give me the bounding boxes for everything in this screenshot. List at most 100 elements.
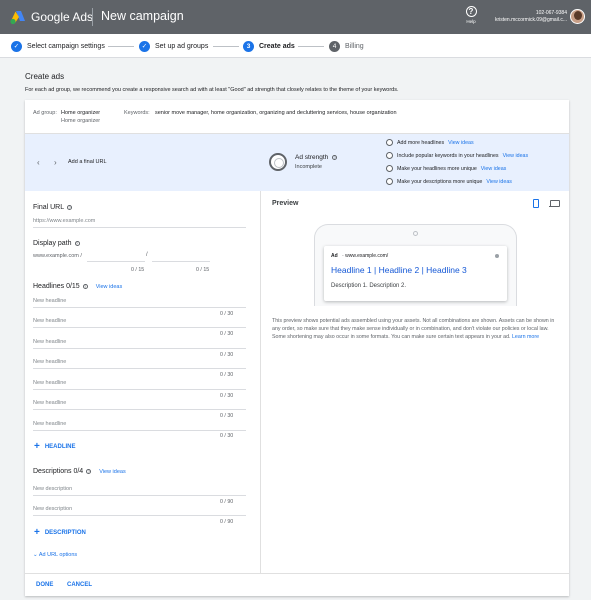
headline-input-4[interactable]: New headline (33, 355, 246, 369)
google-ads-logo-icon[interactable] (10, 9, 26, 25)
view-ideas-link[interactable]: View ideas (481, 166, 507, 172)
help-button[interactable]: ? Help (463, 6, 479, 24)
top-bar: Google Ads New campaign ? Help 102-067-9… (0, 0, 591, 34)
add-headline-button[interactable]: + HEADLINE (34, 441, 76, 452)
page-intro: For each ad group, we recommend you crea… (25, 87, 399, 93)
preview-disclaimer: This preview shows potential ads assembl… (272, 317, 560, 342)
display-path-label: Display path ? (33, 240, 80, 247)
path2-input[interactable] (152, 253, 210, 262)
chevron-left-icon[interactable]: ‹ (37, 158, 40, 167)
chevron-right-icon[interactable]: › (54, 158, 57, 167)
add-final-url-prompt: Add a final URL (68, 159, 107, 165)
ad-strength-status: Incomplete (295, 164, 322, 170)
check-icon: ✓ (139, 40, 150, 52)
headline-input-1[interactable]: New headline (33, 294, 246, 308)
step-label: Create ads (259, 42, 295, 50)
ad-editor-card: Ad group: Home organizer Home organizer … (25, 100, 569, 596)
step-number: 3 (243, 40, 254, 52)
suggestion-text: Add more headlines (397, 139, 445, 146)
keywords-label: Keywords: (124, 110, 150, 116)
info-icon[interactable]: ? (67, 205, 73, 210)
ad-description: Description 1. Description 2. (331, 283, 407, 289)
plus-icon: + (34, 441, 40, 452)
ad-form: Final URL ? https://www.example.com Disp… (25, 191, 261, 573)
description-input-2[interactable]: New description (33, 502, 246, 516)
learn-more-link[interactable]: Learn more (512, 334, 539, 340)
headline-input-7[interactable]: New headline (33, 417, 246, 431)
check-icon: ✓ (11, 40, 22, 52)
step-connector (213, 46, 239, 47)
display-path-title: Display path (33, 240, 72, 247)
info-icon[interactable]: ? (82, 284, 88, 289)
add-description-label: DESCRIPTION (44, 529, 86, 536)
cancel-button[interactable]: CANCEL (67, 582, 92, 588)
ad-strength-meter (269, 153, 287, 171)
phone-camera (413, 231, 418, 236)
view-ideas-link[interactable]: View ideas (503, 153, 529, 159)
desktop-preview-icon[interactable] (549, 200, 560, 208)
brand-name[interactable]: Google Ads (31, 10, 93, 24)
account-email: kristen.mccormick.09@gmail.c... (494, 17, 567, 23)
step-set-up-ad-groups[interactable]: ✓ Set up ad groups (139, 40, 208, 52)
step-create-ads[interactable]: 3 Create ads (243, 40, 295, 52)
ad-group-subname: Home organizer (61, 117, 101, 124)
suggestion-text: Include popular keywords in your headlin… (397, 152, 499, 159)
step-label: Select campaign settings (27, 42, 105, 50)
page-title: Create ads (25, 72, 65, 81)
step-billing[interactable]: 4 Billing (329, 40, 364, 52)
headlines-view-ideas-link[interactable]: View ideas (96, 284, 123, 290)
final-url-input[interactable]: https://www.example.com (33, 214, 246, 228)
headline-input-2[interactable]: New headline (33, 314, 246, 328)
suggestion-item: Make your headlines more unique View ide… (386, 165, 506, 172)
suggestion-text: Make your headlines more unique (397, 165, 477, 172)
stepper: ✓ Select campaign settings ✓ Set up ad g… (0, 34, 591, 58)
headline-input-3[interactable]: New headline (33, 335, 246, 349)
final-url-label: Final URL ? (33, 204, 73, 211)
descriptions-label: Descriptions 0/4 ? View ideas (33, 468, 126, 475)
help-label: Help (466, 19, 476, 24)
headline-input-5[interactable]: New headline (33, 376, 246, 390)
view-ideas-link[interactable]: View ideas (448, 140, 474, 146)
chevron-down-icon: ⌄ (33, 552, 38, 558)
ad-group-name: Home organizer (61, 110, 101, 116)
info-icon[interactable]: ? (74, 241, 80, 246)
ad-badge: Ad (331, 253, 338, 259)
final-url-title: Final URL (33, 204, 65, 211)
account-info[interactable]: 102-067-9384 kristen.mccormick.09@gmail.… (495, 10, 567, 24)
mobile-preview-icon[interactable] (533, 199, 539, 208)
add-description-button[interactable]: + DESCRIPTION (34, 527, 86, 538)
step-select-campaign-settings[interactable]: ✓ Select campaign settings (11, 40, 105, 52)
ad-preview-card: Ad · www.example.com/ Headline 1 | Headl… (324, 246, 507, 301)
info-icon[interactable]: ? (332, 154, 338, 160)
info-icon[interactable]: ? (86, 469, 92, 474)
done-button[interactable]: DONE (36, 582, 53, 588)
plus-icon: + (34, 527, 40, 538)
suggestion-circle-icon (386, 139, 393, 146)
descriptions-view-ideas-link[interactable]: View ideas (99, 469, 126, 475)
view-ideas-link[interactable]: View ideas (486, 179, 512, 185)
suggestion-item: Include popular keywords in your headlin… (386, 152, 528, 159)
headline-input-6[interactable]: New headline (33, 396, 246, 410)
add-headline-label: HEADLINE (44, 443, 76, 450)
descriptions-title: Descriptions 0/4 (33, 468, 84, 475)
avatar[interactable] (570, 9, 585, 24)
help-icon: ? (465, 6, 477, 17)
ad-group-label: Ad group: (33, 110, 57, 116)
ad-url-options-toggle[interactable]: ⌄ Ad URL options (33, 552, 77, 558)
card-footer: DONE CANCEL (25, 573, 569, 596)
step-label: Set up ad groups (155, 42, 209, 50)
description-input-1[interactable]: New description (33, 482, 246, 496)
ad-group-row: Ad group: Home organizer Home organizer … (25, 100, 569, 134)
suggestion-item: Add more headlines View ideas (386, 139, 474, 146)
ad-strength-panel: ‹ › Add a final URL Ad strength ? Incomp… (25, 134, 569, 191)
headlines-title: Headlines 0/15 (33, 283, 80, 290)
step-number: 4 (329, 40, 340, 52)
headline-counter: 0 / 30 (220, 433, 234, 439)
preview-title: Preview (272, 200, 299, 207)
ad-header: Ad · www.example.com/ (331, 253, 388, 259)
path1-input[interactable] (87, 253, 145, 262)
step-connector (298, 46, 324, 47)
ad-display-url: www.example.com/ (345, 253, 389, 259)
description-counter: 0 / 90 (220, 519, 234, 525)
ad-strength-label: Ad strength (295, 154, 329, 161)
